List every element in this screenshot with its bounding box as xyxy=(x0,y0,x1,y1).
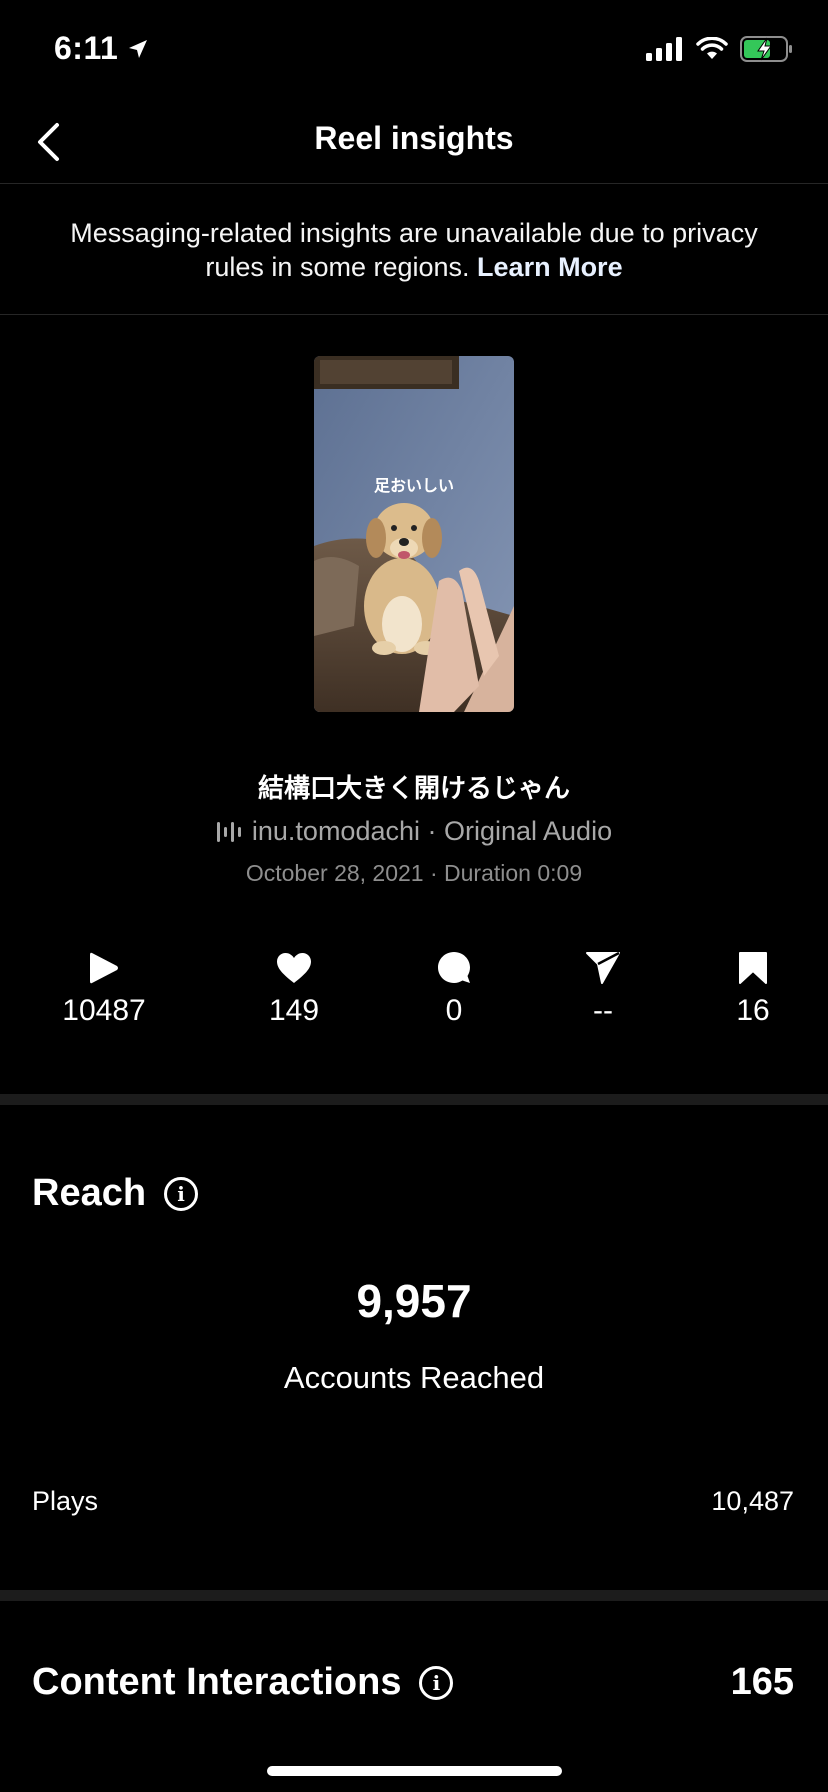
comments-count: 0 xyxy=(445,994,463,1027)
status-time-label: 6:11 xyxy=(54,30,119,66)
cellular-signal-icon xyxy=(646,37,682,61)
section-divider xyxy=(0,1094,828,1105)
learn-more-link[interactable]: Learn More xyxy=(477,252,623,282)
audio-wave-icon xyxy=(216,821,241,842)
shares-count: -- xyxy=(593,994,613,1027)
content-interactions-title: Content Interactions xyxy=(32,1661,402,1703)
plays-row: Plays 10,487 xyxy=(32,1486,794,1517)
metric-plays: 10487 xyxy=(34,948,174,1028)
reach-title: Reach xyxy=(32,1172,147,1214)
reel-title: 結構口大きく開けるじゃん xyxy=(257,773,570,803)
likes-count: 149 xyxy=(268,994,320,1027)
status-time: 6:11 xyxy=(54,30,150,67)
metric-comments: 0 xyxy=(384,948,524,1028)
metric-likes: 149 xyxy=(224,948,364,1028)
reach-info-icon[interactable]: i xyxy=(164,1176,199,1211)
status-icons xyxy=(646,36,794,62)
accounts-reached-value: 9,957 xyxy=(356,1275,472,1327)
play-icon xyxy=(90,952,118,984)
send-paper-plane-icon xyxy=(586,951,620,984)
wifi-icon xyxy=(696,37,728,59)
reel-audio-label: inu.tomodachi · Original Audio xyxy=(251,816,613,846)
section-divider xyxy=(0,1590,828,1601)
saves-count: 16 xyxy=(736,994,770,1027)
metric-shares: -- xyxy=(533,948,673,1028)
accounts-reached-label: Accounts Reached xyxy=(283,1360,545,1395)
bookmark-icon xyxy=(739,952,767,984)
reel-thumbnail[interactable]: 足おいしい xyxy=(314,356,514,712)
reel-date-duration: October 28, 2021 · Duration 0:09 xyxy=(245,860,583,886)
reach-header: Reach i xyxy=(32,1172,199,1215)
battery-charging-icon xyxy=(740,36,792,62)
notice-text-container: Messaging-related insights are unavailab… xyxy=(60,216,768,284)
plays-label: Plays xyxy=(32,1486,99,1516)
notice-text: Messaging-related insights are unavailab… xyxy=(70,217,758,282)
plays-count: 10487 xyxy=(62,994,146,1027)
comment-bubble-icon xyxy=(438,952,470,983)
content-interactions-header: Content Interactions i xyxy=(32,1661,454,1704)
location-arrow-icon xyxy=(129,39,148,58)
metrics-row: 10487 149 0 -- 16 xyxy=(0,948,828,1048)
reel-thumbnail-image xyxy=(314,356,514,712)
reel-audio[interactable]: inu.tomodachi · Original Audio xyxy=(0,816,828,847)
metric-saves: 16 xyxy=(683,948,823,1028)
nav-bar: Reel insights xyxy=(0,100,828,184)
status-bar: 6:11 xyxy=(0,0,828,100)
thumbnail-caption: 足おいしい xyxy=(373,478,454,495)
home-indicator[interactable] xyxy=(267,1766,562,1776)
heart-icon xyxy=(277,953,311,983)
page-title: Reel insights xyxy=(314,120,514,156)
plays-value: 10,487 xyxy=(711,1486,794,1516)
privacy-notice: Messaging-related insights are unavailab… xyxy=(0,185,828,315)
content-interactions-value: 165 xyxy=(730,1661,794,1703)
content-interactions-info-icon[interactable]: i xyxy=(419,1665,454,1700)
